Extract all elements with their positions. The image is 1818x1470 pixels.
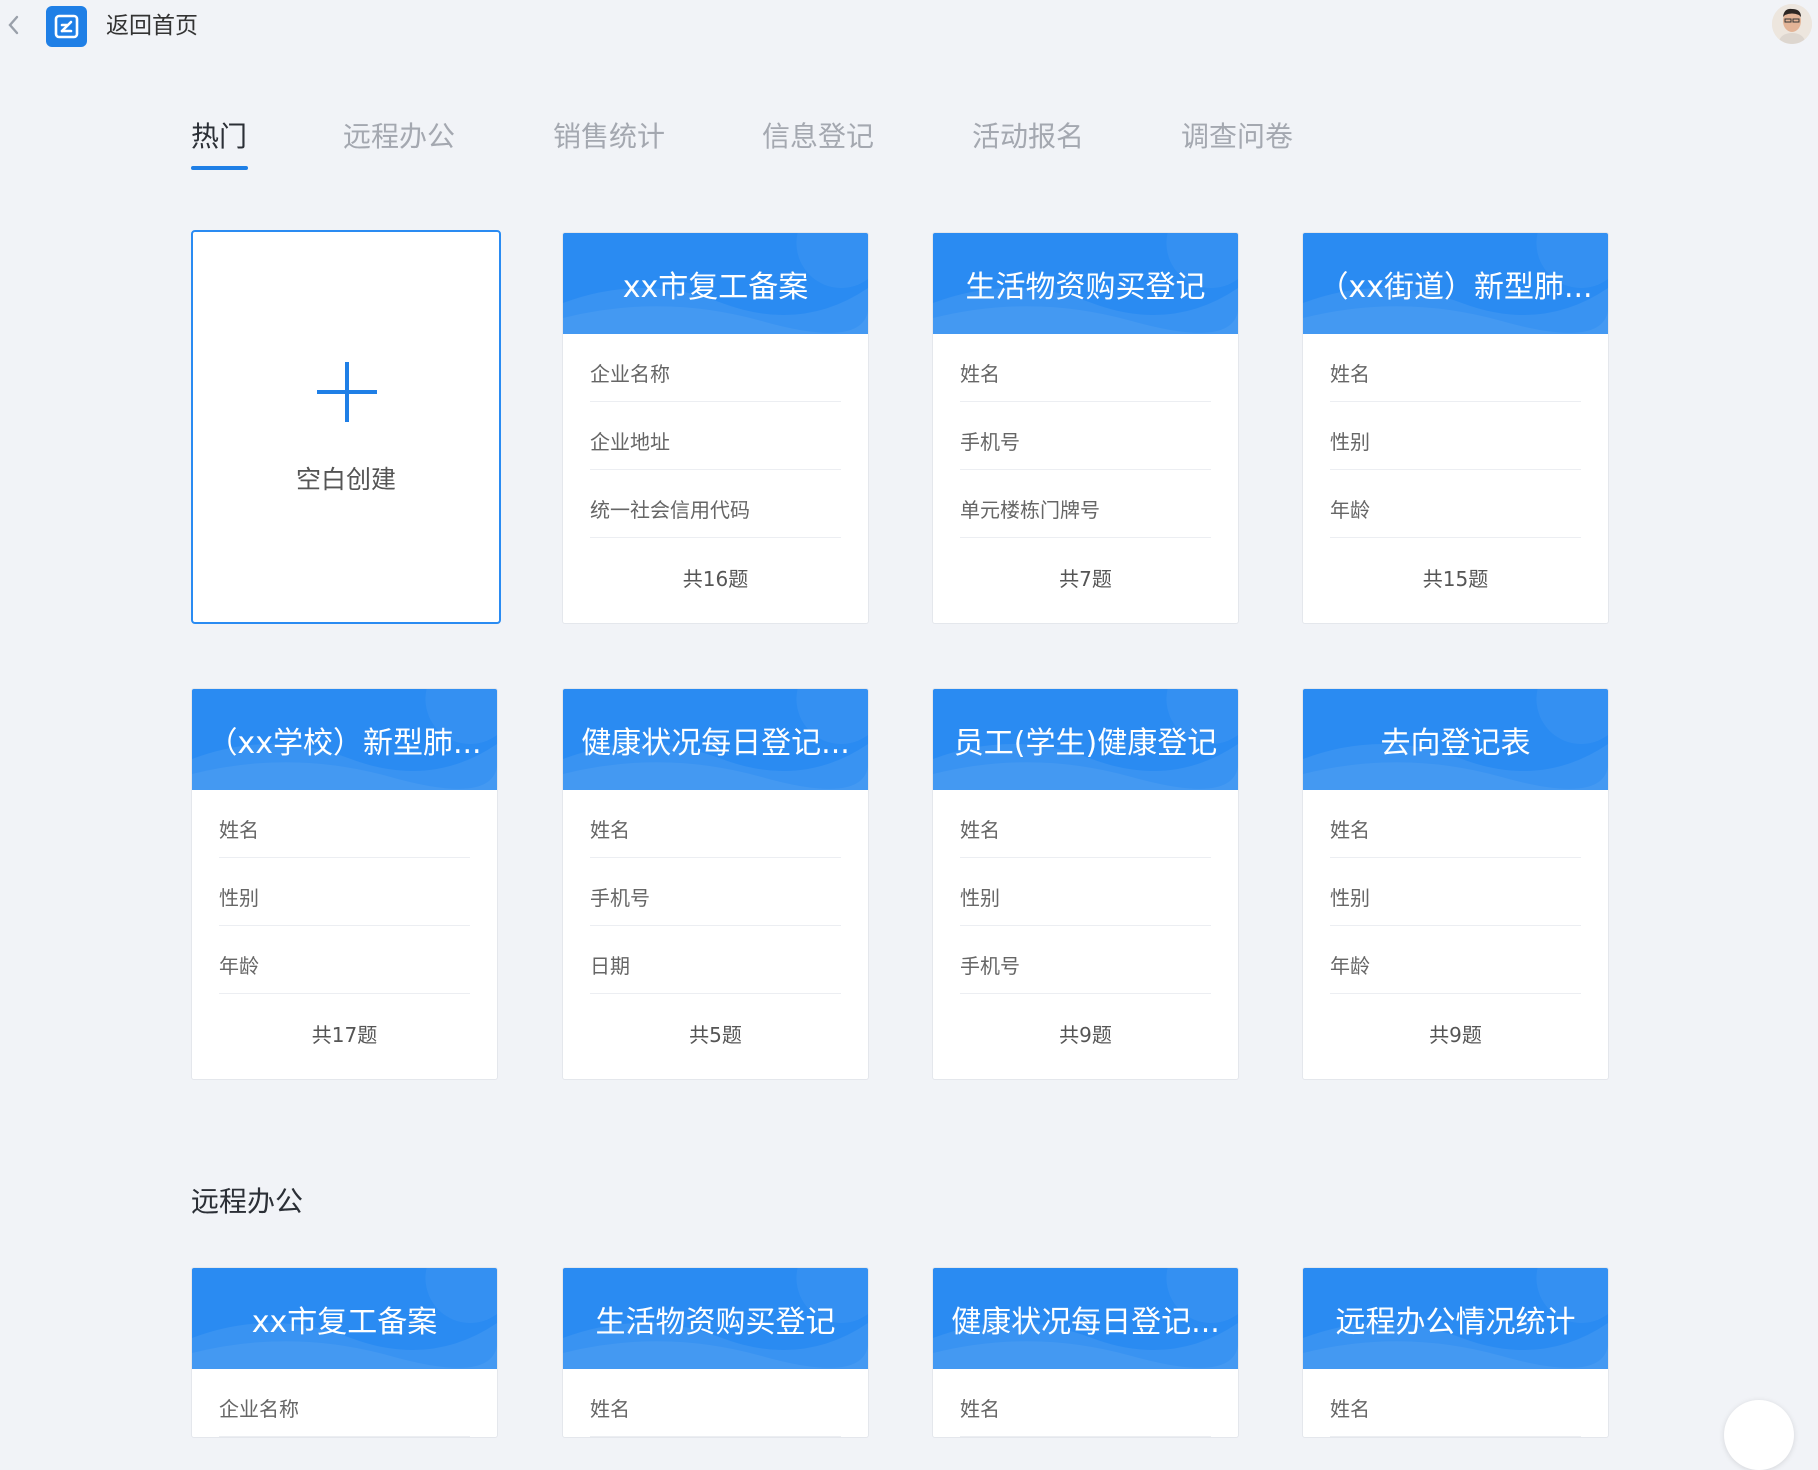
card-title: 健康状况每日登记... — [951, 1304, 1220, 1340]
card-field: 性别 — [219, 858, 470, 926]
card-header: （xx街道）新型肺... — [1303, 233, 1608, 334]
template-card[interactable]: 去向登记表 姓名 性别 年龄 共9题 — [1302, 688, 1609, 1080]
question-count: 共5题 — [689, 1023, 742, 1047]
card-field: 手机号 — [960, 926, 1211, 994]
card-title: 生活物资购买登记 — [965, 269, 1206, 305]
card-field: 性别 — [960, 858, 1211, 926]
chevron-left-icon[interactable] — [6, 14, 20, 36]
card-fields: 企业名称 企业地址 统一社会信用代码 — [563, 334, 868, 538]
card-fields: 姓名 性别 年龄 — [1303, 334, 1608, 538]
question-count: 共9题 — [1429, 1023, 1482, 1047]
card-header: 健康状况每日登记... — [563, 689, 868, 790]
card-title: （xx学校）新型肺... — [207, 725, 482, 761]
card-field: 姓名 — [219, 790, 470, 858]
app-logo-icon[interactable] — [46, 6, 87, 47]
card-field: 日期 — [590, 926, 841, 994]
tab-hot[interactable]: 热门 — [191, 118, 247, 156]
card-header: xx市复工备案 — [563, 233, 868, 334]
floating-action-button[interactable] — [1724, 1400, 1794, 1470]
card-title: 健康状况每日登记... — [581, 725, 850, 761]
card-fields: 姓名 性别 年龄 — [1303, 790, 1608, 994]
card-field: 姓名 — [1330, 1369, 1581, 1437]
card-header: 健康状况每日登记... — [933, 1268, 1238, 1369]
card-header: 远程办公情况统计 — [1303, 1268, 1608, 1369]
blank-create-label: 空白创建 — [295, 465, 396, 494]
category-tabs: 热门 远程办公 销售统计 信息登记 活动报名 调查问卷 — [191, 118, 1391, 170]
card-title: 生活物资购买登记 — [595, 1304, 836, 1340]
card-field: 单元楼栋门牌号 — [960, 470, 1211, 538]
tab-survey[interactable]: 调查问卷 — [1181, 118, 1293, 156]
card-title: xx市复工备案 — [622, 269, 809, 305]
tab-info-register[interactable]: 信息登记 — [762, 118, 874, 156]
card-field: 性别 — [1330, 858, 1581, 926]
tab-event-signup[interactable]: 活动报名 — [972, 118, 1084, 156]
question-count: 共17题 — [311, 1023, 378, 1047]
card-field: 企业名称 — [590, 334, 841, 402]
card-header: 生活物资购买登记 — [563, 1268, 868, 1369]
card-field: 姓名 — [590, 1369, 841, 1437]
card-field: 姓名 — [960, 790, 1211, 858]
card-header: 去向登记表 — [1303, 689, 1608, 790]
card-field: 企业地址 — [590, 402, 841, 470]
card-fields: 姓名 手机号 日期 — [563, 790, 868, 994]
card-title: 远程办公情况统计 — [1335, 1304, 1576, 1340]
template-card[interactable]: 生活物资购买登记 姓名 — [562, 1267, 869, 1438]
card-fields: 姓名 — [1303, 1369, 1608, 1437]
card-fields: 姓名 — [933, 1369, 1238, 1437]
card-title: xx市复工备案 — [251, 1304, 438, 1340]
card-field: 手机号 — [590, 858, 841, 926]
template-card[interactable]: xx市复工备案 企业名称 企业地址 统一社会信用代码 共16题 — [562, 232, 869, 624]
question-count: 共7题 — [1059, 567, 1112, 591]
card-fields: 姓名 性别 年龄 — [192, 790, 497, 994]
card-field: 年龄 — [1330, 470, 1581, 538]
blank-create-card[interactable]: 空白创建 — [191, 230, 501, 624]
card-header: 员工(学生)健康登记 — [933, 689, 1238, 790]
card-field: 姓名 — [590, 790, 841, 858]
card-field: 姓名 — [960, 1369, 1211, 1437]
card-fields: 姓名 — [563, 1369, 868, 1437]
template-card[interactable]: （xx街道）新型肺... 姓名 性别 年龄 共15题 — [1302, 232, 1609, 624]
top-bar: 返回首页 — [0, 0, 1818, 54]
card-header: 生活物资购买登记 — [933, 233, 1238, 334]
card-title: 去向登记表 — [1380, 725, 1531, 761]
template-card[interactable]: 生活物资购买登记 姓名 手机号 单元楼栋门牌号 共7题 — [932, 232, 1239, 624]
card-field: 年龄 — [219, 926, 470, 994]
card-header: xx市复工备案 — [192, 1268, 497, 1369]
card-fields: 姓名 性别 手机号 — [933, 790, 1238, 994]
card-field: 统一社会信用代码 — [590, 470, 841, 538]
card-fields: 企业名称 — [192, 1369, 497, 1437]
template-card[interactable]: 健康状况每日登记... 姓名 手机号 日期 共5题 — [562, 688, 869, 1080]
template-card[interactable]: xx市复工备案 企业名称 — [191, 1267, 498, 1438]
card-header: （xx学校）新型肺... — [192, 689, 497, 790]
card-field: 姓名 — [960, 334, 1211, 402]
card-field: 性别 — [1330, 402, 1581, 470]
plus-icon — [317, 362, 377, 426]
template-card[interactable]: 健康状况每日登记... 姓名 — [932, 1267, 1239, 1438]
tab-remote-office[interactable]: 远程办公 — [343, 118, 455, 156]
question-count: 共15题 — [1422, 567, 1489, 591]
card-field: 姓名 — [1330, 790, 1581, 858]
section-title-remote-office: 远程办公 — [191, 1185, 304, 1218]
tab-sales-stats[interactable]: 销售统计 — [553, 118, 665, 156]
question-count: 共9题 — [1059, 1023, 1112, 1047]
card-title: （xx街道）新型肺... — [1318, 269, 1593, 305]
card-field: 企业名称 — [219, 1369, 470, 1437]
card-fields: 姓名 手机号 单元楼栋门牌号 — [933, 334, 1238, 538]
back-home-link[interactable]: 返回首页 — [106, 10, 198, 42]
template-card[interactable]: （xx学校）新型肺... 姓名 性别 年龄 共17题 — [191, 688, 498, 1080]
card-field: 年龄 — [1330, 926, 1581, 994]
template-card[interactable]: 远程办公情况统计 姓名 — [1302, 1267, 1609, 1438]
card-title: 员工(学生)健康登记 — [953, 725, 1218, 761]
question-count: 共16题 — [682, 567, 749, 591]
card-field: 姓名 — [1330, 334, 1581, 402]
template-card[interactable]: 员工(学生)健康登记 姓名 性别 手机号 共9题 — [932, 688, 1239, 1080]
user-avatar[interactable] — [1772, 4, 1812, 44]
card-field: 手机号 — [960, 402, 1211, 470]
active-tab-indicator — [191, 166, 248, 170]
